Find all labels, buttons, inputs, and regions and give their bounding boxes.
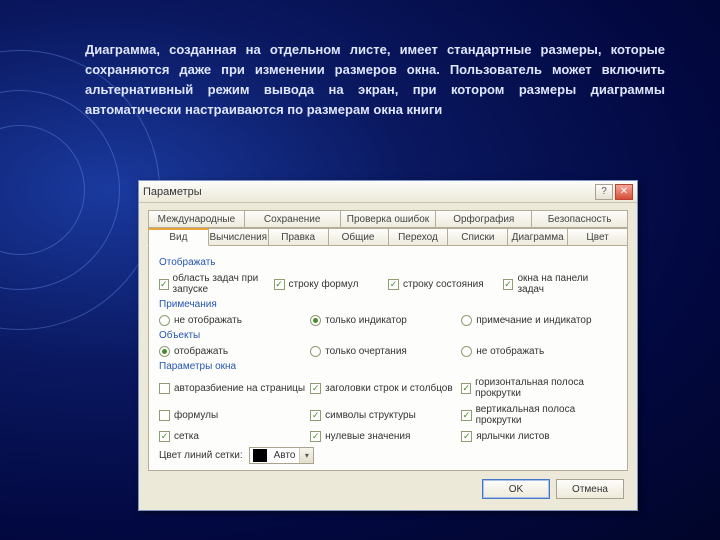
tab-edit[interactable]: Правка [268,228,329,246]
radio-icon [310,315,321,326]
radio-icon [159,346,170,357]
grid-color-select[interactable]: Авто ▾ [249,447,315,464]
grid-color-value: Авто [270,450,300,461]
tab-security[interactable]: Безопасность [531,210,628,228]
tab-panel-view: Отображать область задач при запуске стро… [148,246,628,471]
option-label: авторазбиение на страницы [174,383,305,394]
checkbox-icon [503,279,514,290]
group-objects-title: Объекты [159,330,617,341]
group-window-title: Параметры окна [159,361,617,372]
tab-view[interactable]: Вид [148,228,209,246]
checkbox-icon [461,410,471,421]
option-label: строку формул [289,279,359,290]
slide-description: Диаграмма, созданная на отдельном листе,… [85,40,665,121]
tab-general[interactable]: Общие [328,228,389,246]
group-display-title: Отображать [159,257,617,268]
checkbox-option[interactable]: авторазбиение на страницы [159,376,310,400]
close-button[interactable]: ✕ [615,184,633,200]
tab-calc[interactable]: Вычисления [208,228,269,246]
checkbox-icon [388,279,399,290]
dialog-buttons: OK Отмена [148,471,628,501]
radio-icon [159,315,170,326]
option-label: окна на панели задач [517,273,617,295]
option-label: горизонтальная полоса прокрутки [475,377,612,399]
checkbox-option[interactable]: сетка [159,430,310,443]
radio-option[interactable]: отображать [159,345,310,358]
options-dialog: Параметры ? ✕ Международные Сохранение П… [138,180,638,511]
option-label: не отображать [476,346,544,357]
grid-color-label: Цвет линий сетки: [159,450,243,461]
checkbox-icon [274,279,285,290]
radio-icon [310,346,321,357]
cancel-button[interactable]: Отмена [556,479,624,499]
color-swatch [253,449,267,462]
checkbox-option[interactable]: нулевые значения [310,430,461,443]
tab-row-2: Вид Вычисления Правка Общие Переход Спис… [148,228,628,246]
checkbox-option[interactable]: строку состояния [388,272,503,296]
radio-option[interactable]: только индикатор [310,314,461,327]
option-label: примечание и индикатор [476,315,591,326]
option-label: ярлычки листов [476,431,549,442]
option-label: область задач при запуске [173,273,274,295]
option-label: символы структуры [325,410,416,421]
checkbox-icon [159,279,169,290]
checkbox-option[interactable]: вертикальная полоса прокрутки [461,403,612,427]
checkbox-icon [461,431,472,442]
option-label: не отображать [174,315,242,326]
option-label: заголовки строк и столбцов [325,383,453,394]
radio-option[interactable]: не отображать [461,345,612,358]
checkbox-icon [461,383,471,394]
option-label: формулы [174,410,218,421]
checkbox-option[interactable]: горизонтальная полоса прокрутки [461,376,612,400]
option-label: вертикальная полоса прокрутки [476,404,613,426]
tab-international[interactable]: Международные [148,210,245,228]
option-label: строку состояния [403,279,484,290]
option-label: только индикатор [325,315,407,326]
tab-color[interactable]: Цвет [567,228,628,246]
chevron-down-icon: ▾ [299,448,313,463]
checkbox-option[interactable]: символы структуры [310,403,461,427]
radio-icon [461,346,472,357]
checkbox-icon [159,383,170,394]
checkbox-option[interactable]: область задач при запуске [159,272,274,296]
group-comments-title: Примечания [159,299,617,310]
option-label: нулевые значения [325,431,410,442]
checkbox-option[interactable]: заголовки строк и столбцов [310,376,461,400]
checkbox-icon [310,431,321,442]
tab-transition[interactable]: Переход [388,228,449,246]
tab-lists[interactable]: Списки [447,228,508,246]
help-button[interactable]: ? [595,184,613,200]
radio-option[interactable]: не отображать [159,314,310,327]
radio-option[interactable]: только очертания [310,345,461,358]
option-label: только очертания [325,346,407,357]
checkbox-icon [310,383,321,394]
tab-error-check[interactable]: Проверка ошибок [340,210,437,228]
dialog-title: Параметры [143,186,202,198]
checkbox-option[interactable]: окна на панели задач [503,272,618,296]
checkbox-option[interactable]: формулы [159,403,310,427]
tab-save[interactable]: Сохранение [244,210,341,228]
tab-row-1: Международные Сохранение Проверка ошибок… [148,210,628,228]
tab-chart[interactable]: Диаграмма [507,228,568,246]
checkbox-icon [159,431,170,442]
checkbox-icon [310,410,321,421]
ok-button[interactable]: OK [482,479,550,499]
titlebar: Параметры ? ✕ [139,181,637,203]
option-label: отображать [174,346,228,357]
option-label: сетка [174,431,199,442]
grid-color-row: Цвет линий сетки: Авто ▾ [159,447,617,464]
tab-spelling[interactable]: Орфография [435,210,532,228]
radio-icon [461,315,472,326]
checkbox-icon [159,410,170,421]
radio-option[interactable]: примечание и индикатор [461,314,612,327]
checkbox-option[interactable]: строку формул [274,272,389,296]
checkbox-option[interactable]: ярлычки листов [461,430,612,443]
